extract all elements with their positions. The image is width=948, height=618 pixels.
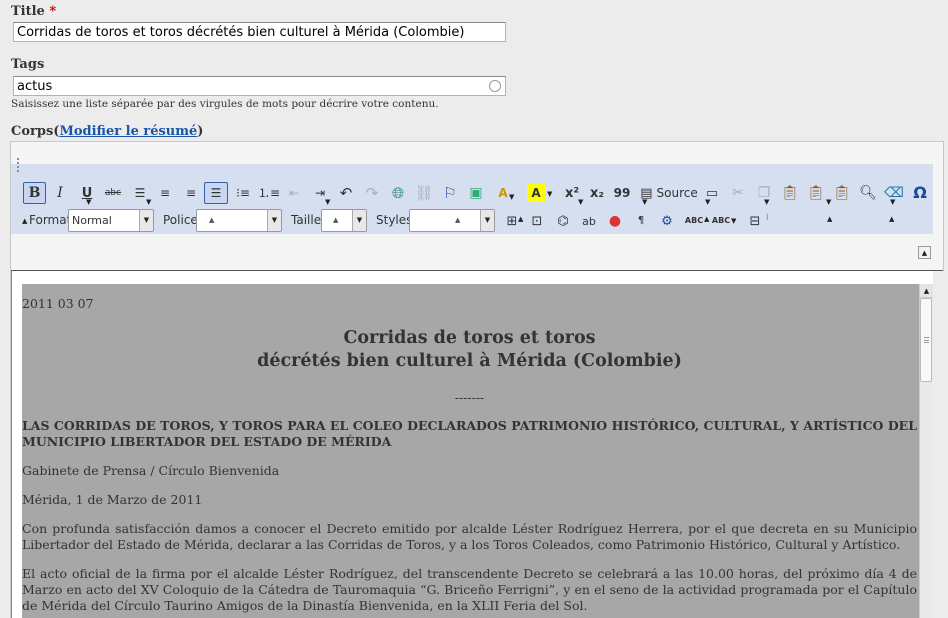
strikethrough-button[interactable]: abc bbox=[103, 182, 123, 204]
align-center-icon[interactable]: ≡ bbox=[155, 182, 175, 204]
scroll-up-arrow-icon[interactable]: ▲ bbox=[920, 284, 933, 298]
extra-dropdown-icon-1[interactable]: ▲ bbox=[827, 215, 832, 223]
anchor-flag-icon[interactable]: ⚐ bbox=[440, 182, 460, 204]
tags-value: actus bbox=[17, 79, 53, 94]
unlink-icon[interactable]: ⛓ bbox=[414, 182, 434, 204]
tags-description: Saisissez une liste séparée par des virg… bbox=[11, 98, 439, 110]
doc-separator: ------- bbox=[454, 390, 485, 405]
bold-button[interactable]: B bbox=[23, 182, 46, 204]
format-value: Normal bbox=[72, 214, 112, 227]
link-globe-icon[interactable]: 🌐︎ bbox=[388, 182, 408, 204]
toolbar-collapse-button[interactable]: ▲ bbox=[918, 246, 931, 259]
styles-inner-caret-icon: ▲ bbox=[455, 216, 461, 224]
format-expand-icon[interactable]: ▲ bbox=[22, 217, 27, 225]
paste-dropdown-icon[interactable]: ▼ bbox=[826, 198, 831, 206]
spellcheck-dropdown-icon[interactable]: ▲ bbox=[704, 215, 709, 223]
page-break-icon[interactable]: ⊟ bbox=[745, 210, 765, 232]
numbered-list-icon[interactable]: ⒈≡ bbox=[258, 182, 280, 204]
doc-paragraph-1: Con profunda satisfacción damos a conoce… bbox=[22, 521, 917, 552]
paste-icon[interactable]: 📋︎ bbox=[780, 182, 800, 204]
bulleted-list-icon[interactable]: ⁝≡ bbox=[233, 182, 253, 204]
font-dropdown-icon[interactable]: ▼ bbox=[267, 210, 281, 231]
align-right-icon[interactable]: ≡ bbox=[181, 182, 201, 204]
size-inner-caret-icon: ▲ bbox=[333, 216, 339, 224]
cut-icon[interactable]: ✂ bbox=[728, 182, 748, 204]
blockquote-button[interactable]: 99 bbox=[613, 182, 631, 204]
format-label: Format bbox=[29, 213, 72, 227]
italic-button[interactable]: I bbox=[51, 182, 69, 204]
toolbar-collapse-handle[interactable] bbox=[17, 158, 19, 172]
doc-place-date: Mérida, 1 de Marzo de 2011 bbox=[22, 492, 203, 507]
special-char-button[interactable]: Ω bbox=[910, 182, 930, 204]
align-dropdown-icon[interactable]: ▼ bbox=[146, 198, 151, 206]
find-icon[interactable]: 🔍︎ bbox=[858, 182, 878, 204]
autocomplete-throbber-icon bbox=[489, 80, 501, 92]
spell-as-you-type-button[interactable]: ABC bbox=[710, 210, 732, 232]
format-select[interactable]: Normal ▼ bbox=[68, 209, 154, 232]
replace-icon[interactable]: ab bbox=[579, 210, 599, 232]
font-inner-caret-icon: ▲ bbox=[209, 216, 215, 224]
doc-title-line-2: décrétés bien culturel à Mérida (Colombi… bbox=[257, 351, 682, 371]
paste-text-icon[interactable]: 📋︎ bbox=[806, 182, 826, 204]
required-mark: * bbox=[49, 4, 57, 19]
scroll-grip-icon bbox=[924, 337, 929, 343]
doc-source: Gabinete de Prensa / Círculo Bienvenida bbox=[22, 463, 280, 478]
size-label: Taille bbox=[291, 213, 322, 227]
format-dropdown-icon[interactable]: ▼ bbox=[139, 210, 153, 231]
styles-dropdown-icon[interactable]: ▼ bbox=[480, 210, 494, 231]
source-label: Source bbox=[656, 186, 698, 200]
remove-format-dropdown-icon[interactable]: ▼ bbox=[890, 198, 895, 206]
font-select[interactable]: ▲ ▼ bbox=[196, 209, 282, 232]
table-dropdown-icon[interactable]: ▲ bbox=[518, 215, 523, 223]
styles-select[interactable]: ▲ ▼ bbox=[409, 209, 495, 232]
find-binoculars-icon[interactable]: ⌬ bbox=[553, 210, 573, 232]
size-select[interactable]: ▲ ▼ bbox=[321, 209, 367, 232]
title-label: Title * bbox=[11, 4, 57, 19]
source-button[interactable]: ▤ Source bbox=[639, 182, 699, 204]
hr-dropdown-icon[interactable]: ▼ bbox=[705, 198, 710, 206]
show-blocks-icon[interactable]: ¶ bbox=[631, 210, 651, 232]
styles-label: Styles bbox=[376, 213, 413, 227]
image-icon[interactable]: ▣ bbox=[466, 182, 486, 204]
toolbar-end-icon: ⟩ bbox=[766, 213, 769, 221]
flash-icon[interactable]: ● bbox=[605, 210, 625, 232]
text-color-dropdown-icon[interactable]: ▼ bbox=[509, 193, 514, 201]
bg-color-dropdown-icon[interactable]: ▼ bbox=[547, 190, 552, 198]
body-label: Corps(Modifier le résumé) bbox=[11, 124, 204, 139]
maximize-icon[interactable]: ⊡ bbox=[527, 210, 547, 232]
doc-headline: LAS CORRIDAS DE TOROS, Y TOROS PARA EL C… bbox=[22, 418, 917, 449]
document-content[interactable]: 2011 03 07 Corridas de toros et toros dé… bbox=[22, 284, 919, 618]
doc-paragraph-2: El acto oficial de la firma por el alcal… bbox=[22, 566, 917, 613]
editor-right-edge bbox=[933, 271, 944, 618]
undo-icon[interactable]: ↶ bbox=[336, 182, 356, 204]
subscript-button[interactable]: x₂ bbox=[587, 182, 607, 204]
font-label: Police bbox=[163, 213, 198, 227]
justify-icon[interactable]: ☰ bbox=[204, 182, 228, 204]
spellcheck-button[interactable]: ABC bbox=[683, 210, 705, 232]
superscript-dropdown-icon[interactable]: ▼ bbox=[578, 198, 583, 206]
tags-input[interactable]: actus bbox=[13, 76, 506, 96]
redo-icon[interactable]: ↷ bbox=[362, 182, 382, 204]
indent-dropdown-icon[interactable]: ▼ bbox=[325, 198, 330, 206]
scayt-dropdown-icon[interactable]: ▼ bbox=[731, 217, 736, 225]
extra-dropdown-icon-2[interactable]: ▲ bbox=[889, 215, 894, 223]
source-dropdown-icon[interactable]: ▼ bbox=[642, 198, 647, 206]
copy-dropdown-icon[interactable]: ▼ bbox=[764, 198, 769, 206]
scroll-thumb[interactable] bbox=[920, 298, 932, 382]
tags-label: Tags bbox=[11, 57, 45, 72]
underline-dropdown-icon[interactable]: ▼ bbox=[86, 198, 91, 206]
doc-date: 2011 03 07 bbox=[22, 296, 94, 311]
outdent-icon[interactable]: ⇤ bbox=[284, 182, 304, 204]
background-color-icon[interactable]: A bbox=[527, 184, 545, 202]
iframe-icon[interactable]: ⚙ bbox=[657, 210, 677, 232]
doc-title-line-1: Corridas de toros et toros bbox=[343, 328, 596, 348]
edit-summary-link[interactable]: Modifier le résumé bbox=[59, 124, 197, 139]
title-input[interactable]: Corridas de toros et toros décrétés bien… bbox=[13, 22, 506, 42]
paste-word-icon[interactable]: 📋︎ bbox=[832, 182, 852, 204]
size-dropdown-icon[interactable]: ▼ bbox=[352, 210, 366, 231]
